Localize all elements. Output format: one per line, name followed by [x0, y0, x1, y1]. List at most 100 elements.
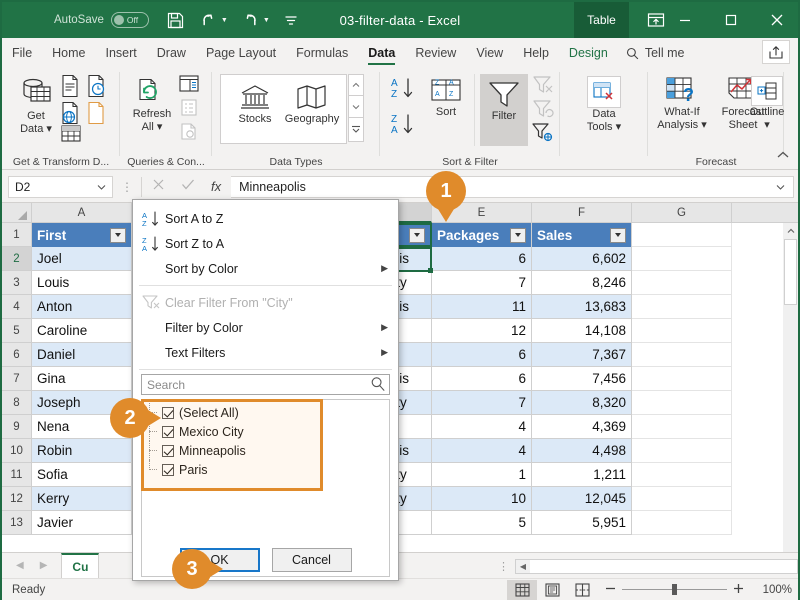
cell-sales[interactable]: 13,683 — [532, 295, 632, 319]
zoom-control[interactable]: 100% — [605, 583, 792, 597]
outline-button[interactable]: Outline ▾ — [739, 76, 795, 132]
menu-item-text-filters[interactable]: Text Filters ▶ — [133, 340, 398, 365]
zoom-slider[interactable] — [622, 584, 727, 595]
row-header-5[interactable]: 5 — [2, 319, 31, 343]
tab-file[interactable]: File — [2, 40, 42, 66]
list-item-select-all[interactable]: (Select All) — [142, 403, 389, 422]
row-header-1[interactable]: 1 — [2, 223, 31, 247]
menu-item-sort-a-to-z[interactable]: AZ Sort A to Z — [133, 206, 398, 231]
normal-view-icon[interactable] — [507, 579, 537, 600]
cell-sales[interactable]: 7,367 — [532, 343, 632, 367]
cell-sales[interactable]: 1,211 — [532, 463, 632, 487]
tab-data[interactable]: Data — [358, 40, 405, 66]
from-table-range-icon[interactable] — [85, 101, 107, 130]
select-all-corner[interactable] — [2, 203, 32, 223]
menu-item-filter-by-color[interactable]: Filter by Color ▶ — [133, 315, 398, 340]
filter-button-first[interactable] — [110, 227, 126, 243]
cell-first[interactable]: Gina — [32, 367, 132, 391]
tab-formulas[interactable]: Formulas — [286, 40, 358, 66]
menu-item-sort-by-color[interactable]: Sort by Color ▶ — [133, 256, 398, 281]
column-header-g[interactable]: G — [632, 203, 732, 223]
gallery-scroll-up-icon[interactable] — [348, 74, 364, 96]
table-header-sales[interactable]: Sales — [532, 223, 632, 247]
cell-first[interactable]: Kerry — [32, 487, 132, 511]
cell-g[interactable] — [632, 295, 732, 319]
table-header-first[interactable]: First — [32, 223, 132, 247]
row-header-8[interactable]: 8 — [2, 391, 31, 415]
row-header-6[interactable]: 6 — [2, 343, 31, 367]
cell-g1[interactable] — [632, 223, 732, 247]
filter-button-packages[interactable] — [510, 227, 526, 243]
cell-packages[interactable]: 4 — [432, 415, 532, 439]
tab-draw[interactable]: Draw — [147, 40, 196, 66]
zoom-in-icon[interactable] — [733, 583, 744, 597]
row-header-4[interactable]: 4 — [2, 295, 31, 319]
cell-g[interactable] — [632, 463, 732, 487]
page-break-view-icon[interactable] — [567, 580, 597, 600]
gallery-more-icon[interactable] — [348, 118, 364, 142]
cell-g[interactable] — [632, 415, 732, 439]
scroll-up-icon[interactable] — [783, 223, 798, 239]
cancel-button[interactable]: Cancel — [271, 548, 352, 572]
maximize-icon[interactable] — [708, 2, 754, 38]
worksheet-grid[interactable]: A B C D E F G 1 2 3 4 5 6 7 8 9 10 11 12… — [2, 203, 798, 552]
checkbox-paris[interactable] — [162, 463, 174, 476]
cell-packages[interactable]: 6 — [432, 343, 532, 367]
geography-button[interactable]: Geography — [281, 83, 343, 126]
cell-sales[interactable]: 7,456 — [532, 367, 632, 391]
queries-connections-icon[interactable] — [178, 74, 200, 99]
stocks-button[interactable]: Stocks — [227, 83, 283, 126]
cell-packages[interactable]: 6 — [432, 367, 532, 391]
existing-connections-icon[interactable] — [59, 124, 83, 149]
scrollbar-grip[interactable]: ⋮ — [498, 560, 509, 573]
cell-sales[interactable]: 14,108 — [532, 319, 632, 343]
filter-dropdown-menu[interactable]: AZ Sort A to Z ZA Sort Z to A Sort by Co… — [132, 199, 399, 581]
formula-input[interactable]: Minneapolis — [231, 175, 794, 198]
from-text-csv-icon[interactable] — [59, 74, 81, 103]
checkbox-minneapolis[interactable] — [162, 444, 174, 457]
tab-page-layout[interactable]: Page Layout — [196, 40, 286, 66]
cell-packages[interactable]: 7 — [432, 391, 532, 415]
cell-packages[interactable]: 7 — [432, 271, 532, 295]
cell-first[interactable]: Robin — [32, 439, 132, 463]
table-header-packages[interactable]: Packages — [432, 223, 532, 247]
close-icon[interactable] — [754, 2, 800, 38]
formula-bar-grip[interactable]: ⋮ — [121, 180, 133, 194]
filter-button-city[interactable] — [409, 227, 425, 243]
cell-first[interactable]: Caroline — [32, 319, 132, 343]
row-header-9[interactable]: 9 — [2, 415, 31, 439]
from-recent-sources-icon[interactable] — [85, 74, 107, 103]
cell-first[interactable]: Louis — [32, 271, 132, 295]
tab-insert[interactable]: Insert — [96, 40, 147, 66]
redo-dropdown-icon[interactable]: ▼ — [263, 17, 270, 24]
sort-button[interactable]: Z A A Z Sort — [424, 78, 468, 119]
cell-first[interactable]: Sofia — [32, 463, 132, 487]
sheet-nav-arrows[interactable]: ◀ ▶ — [2, 560, 61, 571]
gallery-scroll-controls[interactable] — [348, 74, 364, 144]
column-header-f[interactable]: F — [532, 203, 632, 223]
cancel-entry-icon[interactable] — [152, 178, 165, 196]
name-box[interactable]: D2 — [8, 175, 113, 198]
minimize-icon[interactable] — [662, 2, 708, 38]
tab-home[interactable]: Home — [42, 40, 95, 66]
list-item-paris[interactable]: Paris — [142, 460, 389, 479]
column-header-a[interactable]: A — [32, 203, 132, 223]
cell-g[interactable] — [632, 487, 732, 511]
sheet-nav-next-icon[interactable]: ▶ — [40, 560, 48, 571]
cell-packages[interactable]: 1 — [432, 463, 532, 487]
cell-packages[interactable]: 6 — [432, 247, 532, 271]
outline-dropdown-caret[interactable]: ▾ — [764, 119, 770, 132]
menu-item-sort-z-to-a[interactable]: ZA Sort Z to A — [133, 231, 398, 256]
cell-g[interactable] — [632, 439, 732, 463]
row-header-11[interactable]: 11 — [2, 463, 31, 487]
tell-me-search[interactable]: Tell me — [618, 40, 693, 66]
what-if-analysis-button[interactable]: ? What-If Analysis ▾ — [652, 76, 712, 132]
undo-dropdown-icon[interactable]: ▼ — [221, 17, 228, 24]
refresh-all-button[interactable]: Refresh All ▾ — [126, 78, 178, 134]
collapse-ribbon-icon[interactable] — [776, 147, 790, 165]
filter-search-input[interactable]: Search — [141, 374, 390, 395]
cell-sales[interactable]: 8,320 — [532, 391, 632, 415]
cell-sales[interactable]: 12,045 — [532, 487, 632, 511]
cell-sales[interactable]: 8,246 — [532, 271, 632, 295]
cell-packages[interactable]: 10 — [432, 487, 532, 511]
